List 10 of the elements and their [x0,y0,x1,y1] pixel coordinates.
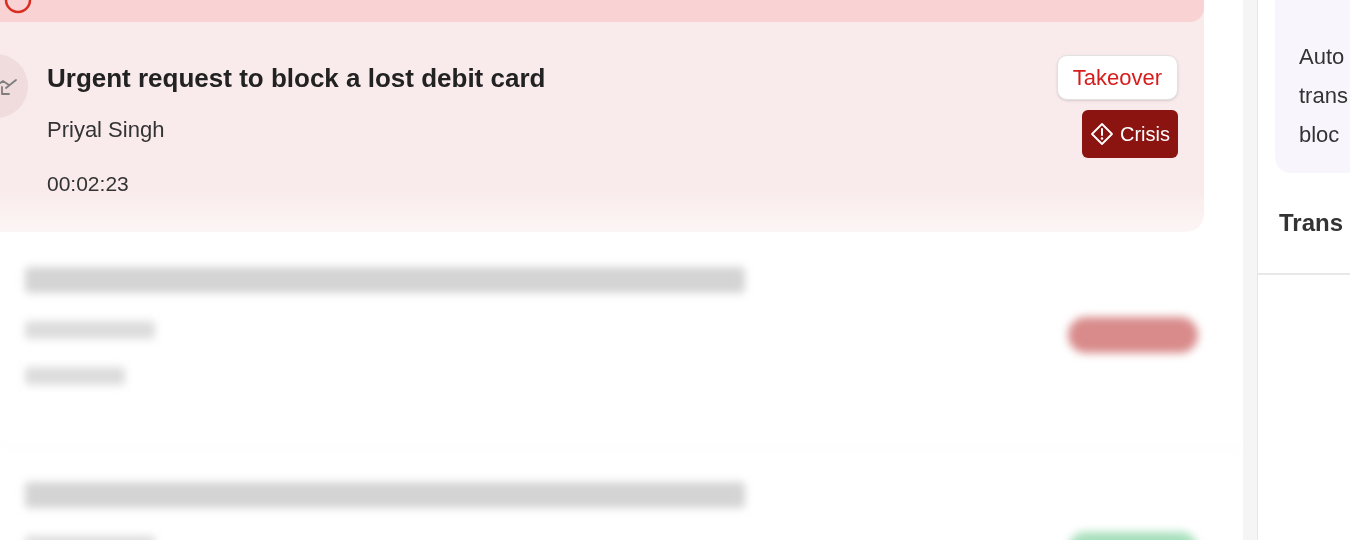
scrollbar-track[interactable] [1243,0,1258,540]
call-duration: 00:02:23 [47,171,130,197]
warning-diamond-icon [1090,122,1114,146]
alert-icon [4,0,32,14]
customer-name: Priyal Singh [47,116,166,144]
takeover-button[interactable]: Takeover [1056,55,1178,100]
crisis-badge: Crisis [1082,110,1178,158]
summary-text: Auto trans bloc [1299,43,1349,149]
section-title: Trans [1279,208,1344,238]
case-title: Urgent request to block a lost debit card [47,62,547,94]
